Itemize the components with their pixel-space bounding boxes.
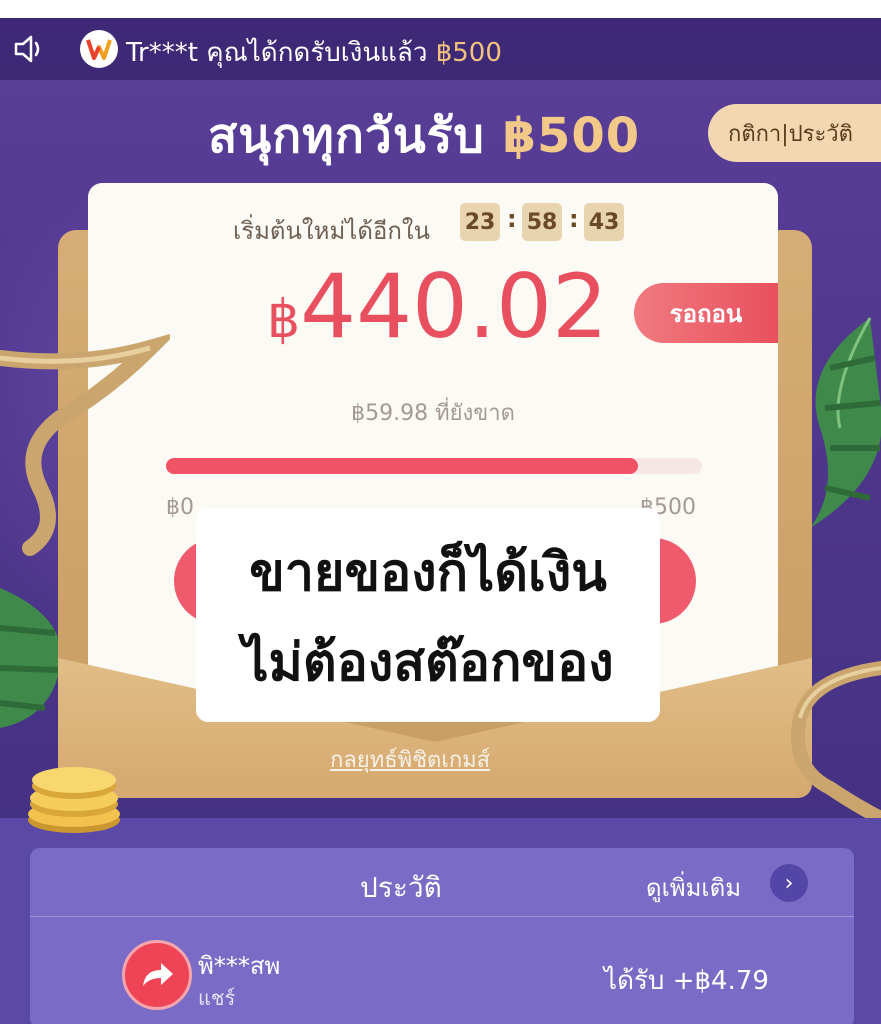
strategy-link[interactable]: กลยุทธ์พิชิตเกมส์ [330, 742, 490, 777]
history-reward: ได้รับ +฿4.79 [604, 966, 769, 996]
progress-min-label: ฿0 [166, 495, 194, 520]
timer-label: เริ่มต้นใหม่ได้อีกใน [233, 217, 430, 245]
page-title: สนุกทุกวันรับ ฿500 [208, 98, 640, 174]
overlay-caption: ขายของก็ได้เงิน ไม่ต้องสต๊อกของ [196, 508, 660, 722]
history-user: พิ***สพ [198, 952, 281, 980]
marquee-user: Tr***t [126, 38, 198, 68]
withdraw-pending-button[interactable]: รอถอน [634, 283, 778, 343]
progress-bar [166, 458, 702, 474]
leaf-decoration-right [810, 317, 881, 528]
history-action: แชร์ [198, 986, 236, 1010]
top-margin [0, 0, 881, 18]
announcement-marquee: Tr***t คุณได้กดรับเงินแล้ว ฿500 [0, 18, 881, 80]
title-prefix: สนุกทุกวันรับ [208, 108, 503, 164]
view-more-link[interactable]: ดูเพิ่มเติม [646, 868, 741, 907]
marquee-message: คุณได้กดรับเงินแล้ว [197, 38, 436, 68]
marquee-amount: ฿500 [435, 38, 502, 68]
ribbon-decoration-left [0, 333, 170, 556]
rules-history-button[interactable]: กติกา|ประวัติ [708, 104, 881, 162]
balance-value: 440.02 [300, 255, 608, 358]
history-card: ประวัติ ดูเพิ่มเติม › พิ***สพ แชร์ ได้รั… [30, 848, 854, 1024]
marquee-text: Tr***t คุณได้กดรับเงินแล้ว ฿500 [126, 32, 502, 73]
timer-seconds: 43 [584, 203, 624, 241]
ribbon-decoration-right [791, 661, 881, 825]
coins-icon [28, 767, 120, 833]
shortfall-text: ฿59.98 ที่ยังขาด [351, 401, 515, 426]
caption-line-1: ขายของก็ได้เงิน [249, 543, 607, 603]
history-title: ประวัติ [360, 871, 442, 904]
history-header: ประวัติ ดูเพิ่มเติม › [30, 848, 854, 917]
timer-separator: : [507, 205, 517, 233]
currency-symbol: ฿ [266, 290, 301, 350]
progress-fill [166, 458, 638, 474]
speaker-icon[interactable] [12, 32, 48, 66]
timer-hours: 23 [460, 203, 500, 241]
caption-line-2: ไม่ต้องสต๊อกของ [242, 633, 614, 693]
share-icon [122, 940, 192, 1010]
timer-minutes: 58 [522, 203, 562, 241]
timer-separator: : [569, 205, 579, 233]
brand-logo-icon [80, 30, 118, 68]
chevron-right-icon[interactable]: › [770, 864, 808, 902]
title-amount: ฿500 [502, 108, 641, 164]
